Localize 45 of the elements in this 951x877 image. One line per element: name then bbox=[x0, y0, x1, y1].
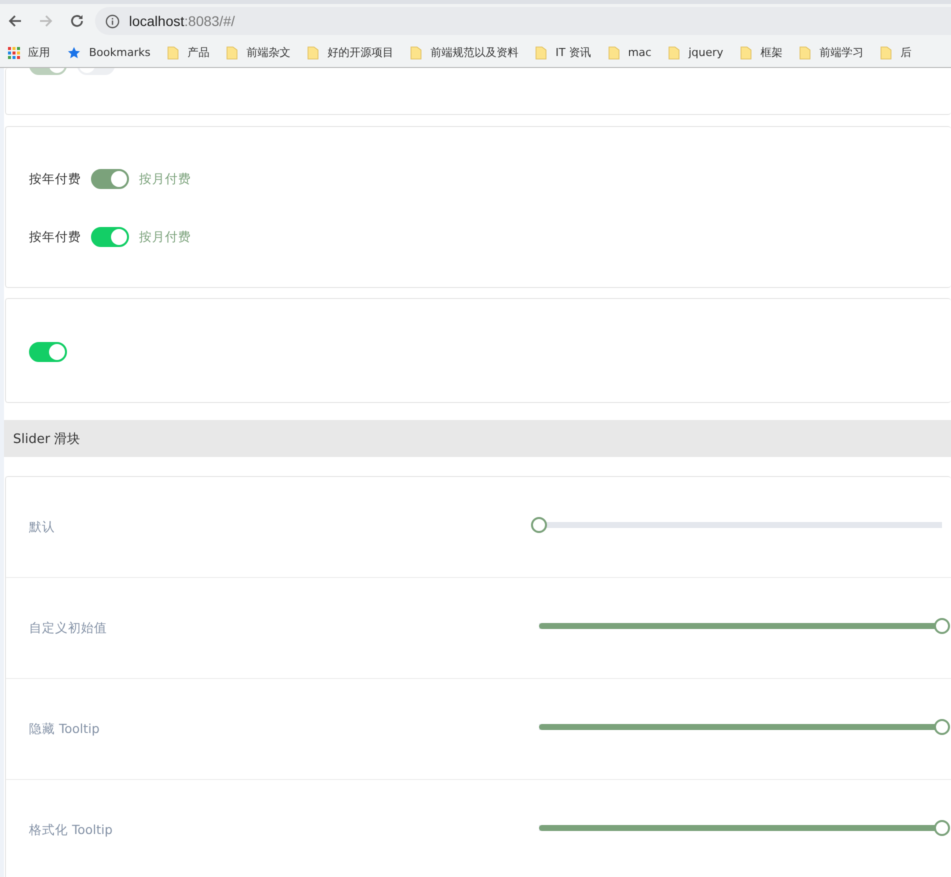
toggle-switch[interactable] bbox=[91, 169, 129, 189]
slider-label: 隐藏 Tooltip bbox=[28, 720, 101, 738]
bookmark-item[interactable]: 前端杂文 bbox=[226, 45, 290, 60]
folder-icon bbox=[880, 46, 892, 60]
slider-handle[interactable] bbox=[934, 618, 950, 634]
folder-icon bbox=[410, 46, 422, 60]
slider-handle[interactable] bbox=[531, 517, 547, 533]
slider-label: 默认 bbox=[28, 518, 56, 536]
info-icon bbox=[105, 14, 120, 28]
bookmark-item[interactable]: 框架 bbox=[740, 45, 782, 60]
toggle-switch[interactable] bbox=[29, 342, 67, 362]
section-title: Slider 滑块 bbox=[13, 430, 80, 448]
bookmark-item[interactable]: mac bbox=[608, 46, 652, 60]
slider-handle[interactable] bbox=[934, 719, 950, 735]
star-icon bbox=[67, 46, 81, 60]
slider-label: 格式化 Tooltip bbox=[28, 822, 114, 838]
bookmark-item[interactable]: Bookmarks bbox=[67, 46, 150, 60]
folder-icon bbox=[608, 46, 620, 60]
bookmark-item[interactable]: 前端规范以及资料 bbox=[410, 45, 518, 60]
bookmark-item[interactable]: 前端学习 bbox=[799, 45, 864, 60]
switch-label: 按年付费 bbox=[29, 228, 81, 246]
folder-icon bbox=[535, 46, 548, 60]
back-icon[interactable] bbox=[7, 13, 23, 29]
bookmark-item[interactable]: IT 资讯 bbox=[535, 45, 591, 60]
folder-icon bbox=[668, 46, 680, 60]
bookmark-item[interactable]: 好的开源项目 bbox=[307, 45, 394, 60]
bookmark-item[interactable]: 应用 bbox=[8, 45, 50, 60]
folder-icon bbox=[307, 46, 320, 60]
apps-grid-icon bbox=[8, 46, 20, 58]
bookmark-item[interactable]: 后 bbox=[880, 45, 912, 60]
address-bar[interactable]: localhost:8083/#/ bbox=[95, 7, 951, 35]
bookmark-item[interactable]: 产品 bbox=[167, 45, 210, 60]
slider-label: 自定义初始值 bbox=[28, 620, 108, 636]
toggle-switch[interactable] bbox=[91, 227, 129, 247]
switch-label: 按月付费 bbox=[139, 228, 191, 246]
bookmark-item[interactable]: jquery bbox=[668, 46, 724, 60]
slider-handle[interactable] bbox=[934, 820, 950, 836]
folder-icon bbox=[226, 46, 238, 60]
url-text: localhost:8083/#/ bbox=[129, 13, 235, 29]
folder-icon bbox=[740, 46, 752, 60]
folder-icon bbox=[167, 46, 180, 60]
reload-icon[interactable] bbox=[69, 13, 85, 29]
folder-icon bbox=[799, 46, 812, 60]
switch-label: 按年付费 bbox=[29, 170, 81, 188]
switch-label: 按月付费 bbox=[139, 170, 191, 188]
